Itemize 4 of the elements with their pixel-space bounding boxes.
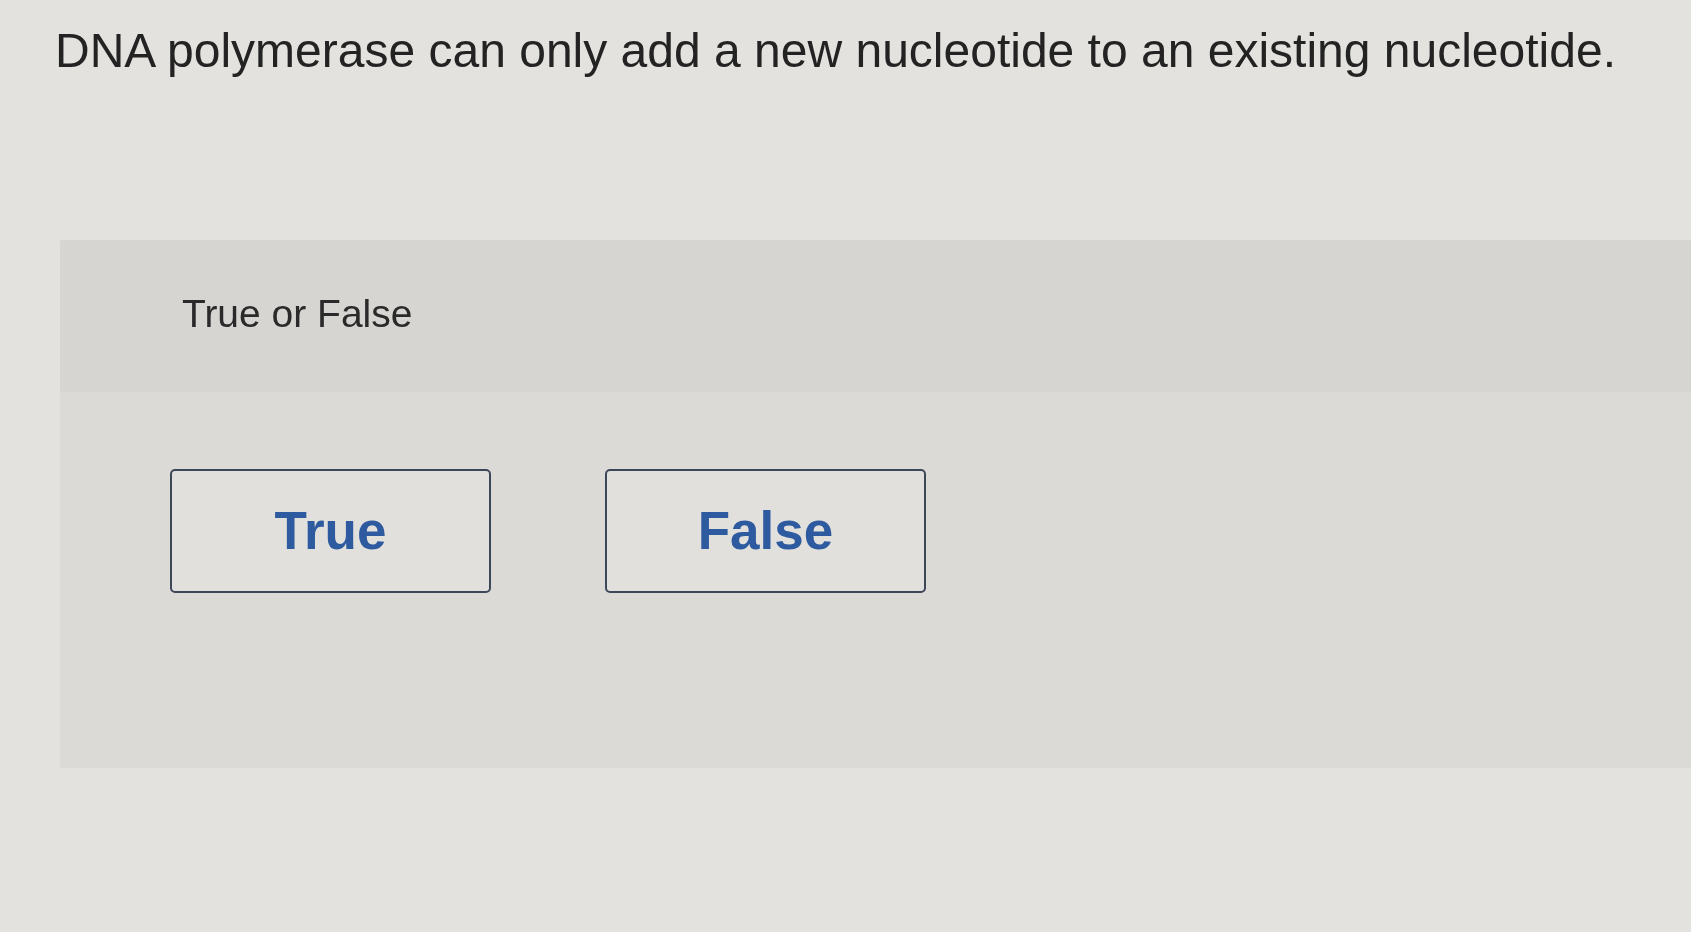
answer-option[interactable]: True [170,468,491,593]
answer-option[interactable]: False [605,468,926,593]
prompt-text: True or False [182,290,413,337]
question-text: DNA polymerase can only add a new nucleotide to an existing nucleotide. [55,23,1616,79]
